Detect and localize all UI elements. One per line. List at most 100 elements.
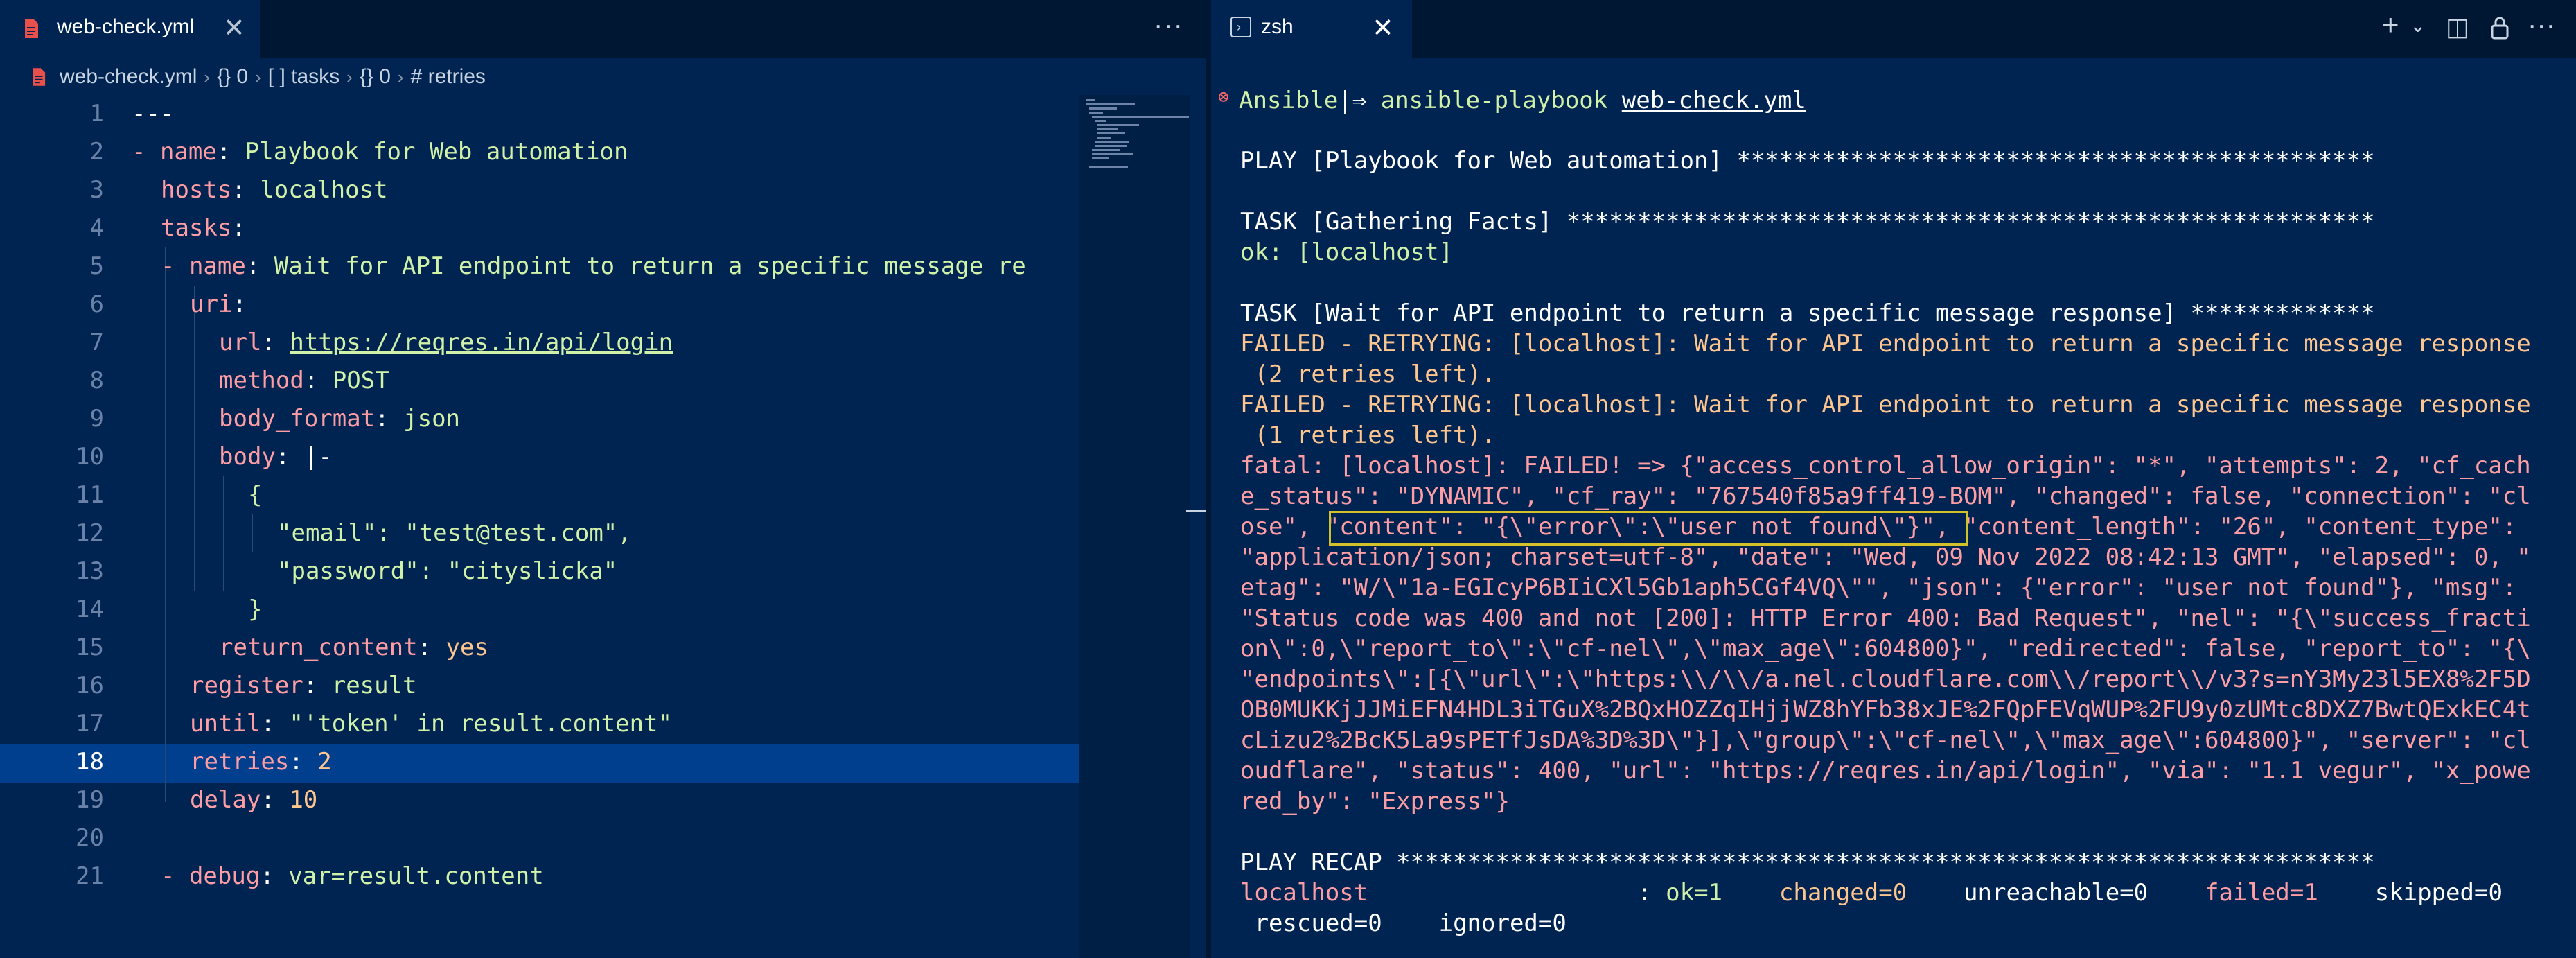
- terminal-tab-label: zsh: [1261, 15, 1294, 38]
- code-line: method: POST: [219, 367, 389, 394]
- line-number: 21: [76, 862, 104, 890]
- chevron-right-icon: ›: [346, 66, 353, 87]
- line-number: 16: [76, 672, 104, 699]
- yaml-file-icon: [25, 19, 38, 38]
- output-line: etag": "W/\"1a-EGIcyP6BIiCXl5Gb1aph5CGf4…: [1240, 574, 2517, 602]
- code-line: "email": "test@test.com",: [277, 519, 632, 547]
- line-number: 12: [76, 519, 104, 547]
- line-number: 15: [76, 634, 104, 661]
- output-line: e_status": "DYNAMIC", "cf_ray": "767540f…: [1240, 482, 2531, 510]
- code-line: body_format: json: [219, 405, 461, 433]
- output-line: TASK [Wait for API endpoint to return a …: [1240, 299, 2375, 327]
- code-line: - name: Playbook for Web automation: [132, 138, 628, 166]
- split-terminal-icon[interactable]: ◫: [2446, 12, 2469, 42]
- code-line: }: [248, 595, 263, 623]
- indent-guide: [194, 286, 195, 591]
- code-line-current: retries: 2: [190, 748, 332, 776]
- terminal-tab-bar: › zsh ✕ + ⌄ ◫ ···: [1211, 0, 2576, 58]
- scrollbar-marker[interactable]: [1186, 510, 1206, 512]
- breadcrumb-item[interactable]: [ ] tasks: [268, 65, 339, 89]
- editor-tab-web-check[interactable]: web-check.yml ✕: [0, 0, 261, 58]
- output-line: on\":0,\"report_to\":\"cf-nel\",\"max_ag…: [1240, 635, 2531, 663]
- line-number: 17: [76, 710, 104, 738]
- code-line: uri:: [190, 290, 247, 318]
- line-number: 11: [76, 481, 104, 509]
- minimap-line: [1086, 99, 1095, 101]
- minimap-line: [1092, 116, 1189, 118]
- line-number: 10: [76, 443, 104, 471]
- output-line: FAILED - RETRYING: [localhost]: Wait for…: [1240, 330, 2531, 358]
- output-line: FAILED - RETRYING: [localhost]: Wait for…: [1240, 391, 2531, 419]
- minimap-line: [1097, 132, 1125, 134]
- output-line: PLAY [Playbook for Web automation] *****…: [1240, 147, 2375, 175]
- pane-divider[interactable]: [1206, 0, 1211, 958]
- line-number: 13: [76, 557, 104, 585]
- chevron-right-icon: ›: [255, 66, 261, 87]
- minimap-line: [1097, 124, 1139, 126]
- code-line: delay: 10: [190, 786, 318, 814]
- close-icon[interactable]: ✕: [1372, 12, 1394, 44]
- more-actions-icon[interactable]: ···: [2528, 10, 2555, 41]
- minimap-line: [1089, 166, 1128, 168]
- breadcrumb: web-check.yml › {} 0 › [ ] tasks › {} 0 …: [32, 62, 486, 92]
- indent-guide: [252, 514, 253, 552]
- minimap-line: [1092, 153, 1133, 155]
- line-number: 3: [89, 176, 104, 204]
- code-area[interactable]: --- - name: Playbook for Web automation …: [132, 95, 1079, 913]
- line-number: 6: [89, 290, 104, 318]
- terminal-icon: ›: [1230, 17, 1251, 37]
- breadcrumb-item[interactable]: # retries: [411, 65, 486, 89]
- line-number-current: 18: [76, 748, 104, 776]
- chevron-down-icon[interactable]: ⌄: [2410, 14, 2426, 37]
- code-line: register: result: [190, 672, 417, 699]
- minimap-line: [1095, 145, 1127, 147]
- output-line: (2 retries left).: [1240, 360, 1496, 388]
- output-line: ok: [localhost]: [1240, 238, 1454, 266]
- terminal-tab-zsh[interactable]: › zsh ✕: [1211, 0, 1412, 58]
- line-number: 1: [89, 100, 104, 128]
- minimap-line: [1095, 120, 1106, 122]
- more-actions-icon[interactable]: ···: [1154, 10, 1183, 41]
- output-line: OB0MUKKjJJMiEFN4HDL3iTGuX%2BQxHOZZqIHjjW…: [1240, 696, 2531, 724]
- terminal-pane[interactable]: › zsh ✕ + ⌄ ◫ ··· ⊗ Ansible|⇒ ansible-pl…: [1211, 0, 2576, 958]
- minimap-line: [1097, 137, 1111, 139]
- chevron-right-icon: ›: [397, 66, 404, 87]
- code-line: ---: [132, 100, 175, 128]
- code-line: {: [248, 481, 263, 509]
- line-number: 9: [89, 405, 104, 433]
- minimap[interactable]: [1079, 95, 1190, 958]
- new-terminal-icon[interactable]: +: [2382, 8, 2399, 42]
- output-line: TASK [Gathering Facts] *****************…: [1240, 208, 2375, 236]
- minimap-line: [1092, 157, 1109, 159]
- code-line: body: |-: [219, 443, 333, 471]
- output-line: (1 retries left).: [1240, 421, 1496, 449]
- output-line: oudflare", "status": 400, "url": "https:…: [1240, 757, 2531, 785]
- editor-tab-bar: web-check.yml ✕ ···: [0, 0, 1206, 58]
- yaml-file-icon: [33, 68, 46, 86]
- line-number: 7: [89, 329, 104, 356]
- error-status-icon: ⊗: [1218, 87, 1229, 107]
- line-number: 5: [89, 252, 104, 280]
- breadcrumb-item[interactable]: {} 0: [217, 65, 248, 89]
- code-line: url: https://reqres.in/api/login: [219, 329, 673, 356]
- line-number: 2: [89, 138, 104, 166]
- output-line: "endpoints\":[{\"url\":\"https:\\/\\/a.n…: [1240, 665, 2531, 693]
- close-icon[interactable]: ✕: [223, 12, 245, 44]
- code-line: return_content: yes: [219, 634, 488, 661]
- editor-pane: web-check.yml ✕ ··· web-check.yml › {} 0…: [0, 0, 1206, 958]
- recap-line: rescued=0 ignored=0: [1254, 909, 1567, 937]
- output-line: "Status code was 400 and not [200]: HTTP…: [1240, 604, 2531, 632]
- editor-tab-label: web-check.yml: [57, 15, 195, 38]
- breadcrumb-item-file[interactable]: web-check.yml: [60, 65, 197, 89]
- minimap-line: [1097, 128, 1118, 130]
- minimap-line: [1089, 112, 1103, 114]
- chevron-right-icon: ›: [204, 66, 211, 87]
- line-number: 8: [89, 367, 104, 394]
- code-line: until: "'token' in result.content": [190, 710, 672, 738]
- output-line: cLizu2%2BcK5La9sPETfJsDA%3D%3D\"}],\"gro…: [1240, 726, 2531, 754]
- lock-icon[interactable]: [2490, 15, 2509, 40]
- url-link[interactable]: https://reqres.in/api/login: [290, 329, 673, 356]
- minimap-line: [1086, 103, 1135, 105]
- code-line: - name: Wait for API endpoint to return …: [161, 252, 1026, 280]
- breadcrumb-item[interactable]: {} 0: [360, 65, 391, 89]
